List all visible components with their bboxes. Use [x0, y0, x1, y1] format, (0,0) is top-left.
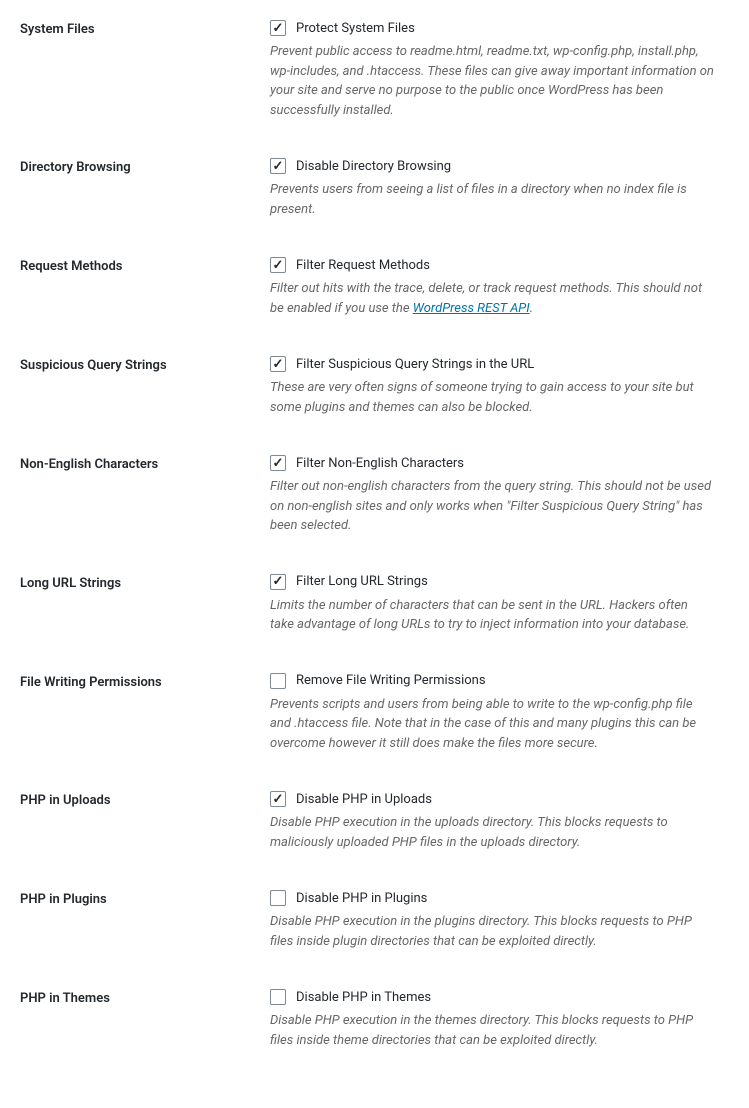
setting-row: File Writing PermissionsRemove File Writ… — [20, 673, 729, 754]
checkbox-label[interactable]: Remove File Writing Permissions — [296, 673, 486, 688]
setting-label: Long URL Strings — [20, 574, 270, 635]
setting-label: Suspicious Query Strings — [20, 356, 270, 417]
checkbox-label[interactable]: Disable PHP in Uploads — [296, 792, 432, 807]
checkbox-label[interactable]: Disable Directory Browsing — [296, 159, 451, 174]
setting-content: Remove File Writing Permissions Prevents … — [270, 673, 729, 754]
checkbox[interactable] — [270, 20, 286, 36]
setting-label: PHP in Plugins — [20, 890, 270, 951]
checkbox[interactable] — [270, 890, 286, 906]
checkbox-line: Disable PHP in Themes — [270, 989, 714, 1005]
checkbox-label[interactable]: Filter Request Methods — [296, 258, 430, 273]
checkbox-line: Disable Directory Browsing — [270, 158, 714, 174]
checkbox[interactable] — [270, 791, 286, 807]
setting-content: Protect System Files Prevent public acces… — [270, 20, 729, 120]
checkbox-label[interactable]: Disable PHP in Themes — [296, 990, 431, 1005]
setting-label: System Files — [20, 20, 270, 120]
checkbox-label[interactable]: Filter Suspicious Query Strings in the U… — [296, 357, 534, 372]
setting-row: Request MethodsFilter Request MethodsFil… — [20, 257, 729, 318]
setting-content: Disable PHP in Uploads Disable PHP execut… — [270, 791, 729, 852]
setting-row: PHP in ThemesDisable PHP in ThemesDisabl… — [20, 989, 729, 1050]
setting-content: Filter Suspicious Query Strings in the U… — [270, 356, 729, 417]
setting-label: PHP in Uploads — [20, 791, 270, 852]
setting-description: These are very often signs of someone tr… — [270, 378, 714, 417]
setting-label: Non-English Characters — [20, 455, 270, 536]
checkbox-line: Disable PHP in Plugins — [270, 890, 714, 906]
checkbox-label[interactable]: Protect System Files — [296, 21, 415, 36]
checkbox[interactable] — [270, 158, 286, 174]
checkbox[interactable] — [270, 356, 286, 372]
setting-row: Suspicious Query Strings Filter Suspiciou… — [20, 356, 729, 417]
setting-description: Prevents scripts and users from being ab… — [270, 695, 714, 754]
checkbox-line: Filter Request Methods — [270, 257, 714, 273]
checkbox-line: Filter Suspicious Query Strings in the U… — [270, 356, 714, 372]
checkbox-label[interactable]: Filter Non-English Characters — [296, 456, 464, 471]
setting-description: Filter out non-english characters from t… — [270, 477, 714, 536]
setting-description: Disable PHP execution in the plugins dir… — [270, 912, 714, 951]
setting-description: Prevents users from seeing a list of fil… — [270, 180, 714, 219]
checkbox-line: Filter Long URL Strings — [270, 574, 714, 590]
setting-description: Prevent public access to readme.html, re… — [270, 42, 714, 120]
checkbox-line: Filter Non-English Characters — [270, 455, 714, 471]
checkbox[interactable] — [270, 989, 286, 1005]
setting-row: System Files Protect System Files Prevent … — [20, 20, 729, 120]
description-text: . — [530, 301, 533, 316]
setting-content: Disable PHP in Themes Disable PHP executi… — [270, 989, 729, 1050]
checkbox-line: Disable PHP in Uploads — [270, 791, 714, 807]
setting-label: Directory Browsing — [20, 158, 270, 219]
setting-content: Filter Request Methods Filter out hits wi… — [270, 257, 729, 318]
settings-form: System Files Protect System Files Prevent … — [20, 20, 729, 1050]
setting-content: Disable PHP in Plugins Disable PHP execut… — [270, 890, 729, 951]
setting-content: Filter Non-English Characters Filter out … — [270, 455, 729, 536]
checkbox-label[interactable]: Filter Long URL Strings — [296, 574, 428, 589]
setting-row: Directory BrowsingDisable Directory Brow… — [20, 158, 729, 219]
setting-label: PHP in Themes — [20, 989, 270, 1050]
setting-content: Disable Directory Browsing Prevents users… — [270, 158, 729, 219]
rest-api-link[interactable]: WordPress REST API — [413, 301, 530, 316]
setting-description: Filter out hits with the trace, delete, … — [270, 279, 714, 318]
setting-row: Non-English CharactersFilter Non-English… — [20, 455, 729, 536]
checkbox[interactable] — [270, 574, 286, 590]
setting-label: Request Methods — [20, 257, 270, 318]
setting-label: File Writing Permissions — [20, 673, 270, 754]
checkbox[interactable] — [270, 257, 286, 273]
checkbox[interactable] — [270, 455, 286, 471]
setting-row: Long URL Strings Filter Long URL Strings L… — [20, 574, 729, 635]
setting-row: PHP in UploadsDisable PHP in UploadsDisa… — [20, 791, 729, 852]
checkbox[interactable] — [270, 673, 286, 689]
setting-content: Filter Long URL Strings Limits the number… — [270, 574, 729, 635]
setting-row: PHP in PluginsDisable PHP in PluginsDisa… — [20, 890, 729, 951]
checkbox-line: Remove File Writing Permissions — [270, 673, 714, 689]
checkbox-label[interactable]: Disable PHP in Plugins — [296, 891, 427, 906]
setting-description: Limits the number of characters that can… — [270, 596, 714, 635]
setting-description: Disable PHP execution in the uploads dir… — [270, 813, 714, 852]
setting-description: Disable PHP execution in the themes dire… — [270, 1011, 714, 1050]
checkbox-line: Protect System Files — [270, 20, 714, 36]
